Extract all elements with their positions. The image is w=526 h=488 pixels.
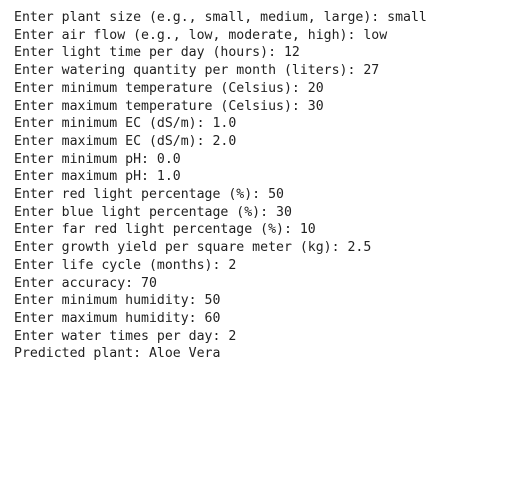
- console-output: Enter plant size (e.g., small, medium, l…: [0, 0, 526, 488]
- prompt-air-flow: Enter air flow (e.g., low, moderate, hig…: [14, 27, 388, 43]
- prompt-far-red-light: Enter far red light percentage (%): 10: [14, 222, 316, 238]
- prompt-light-time: Enter light time per day (hours): 12: [14, 45, 300, 61]
- prompt-max-ph: Enter maximum pH: 1.0: [14, 169, 181, 185]
- prompt-min-humidity: Enter minimum humidity: 50: [14, 293, 221, 309]
- prompt-min-ph: Enter minimum pH: 0.0: [14, 151, 181, 167]
- prompt-max-humidity: Enter maximum humidity: 60: [14, 310, 221, 326]
- prompt-growth-yield: Enter growth yield per square meter (kg)…: [14, 240, 372, 256]
- prompt-min-ec: Enter minimum EC (dS/m): 1.0: [14, 116, 237, 132]
- prompt-min-temperature: Enter minimum temperature (Celsius): 20: [14, 80, 324, 96]
- prompt-water-times: Enter water times per day: 2: [14, 328, 237, 344]
- prompt-max-temperature: Enter maximum temperature (Celsius): 30: [14, 98, 324, 114]
- prompt-red-light: Enter red light percentage (%): 50: [14, 187, 284, 203]
- prompt-blue-light: Enter blue light percentage (%): 30: [14, 204, 292, 220]
- prompt-life-cycle: Enter life cycle (months): 2: [14, 257, 237, 273]
- prompt-watering-quantity: Enter watering quantity per month (liter…: [14, 63, 380, 79]
- prompt-max-ec: Enter maximum EC (dS/m): 2.0: [14, 133, 237, 149]
- prompt-plant-size: Enter plant size (e.g., small, medium, l…: [14, 10, 427, 25]
- prompt-accuracy: Enter accuracy: 70: [14, 275, 157, 291]
- predicted-plant-result: Predicted plant: Aloe Vera: [14, 346, 221, 362]
